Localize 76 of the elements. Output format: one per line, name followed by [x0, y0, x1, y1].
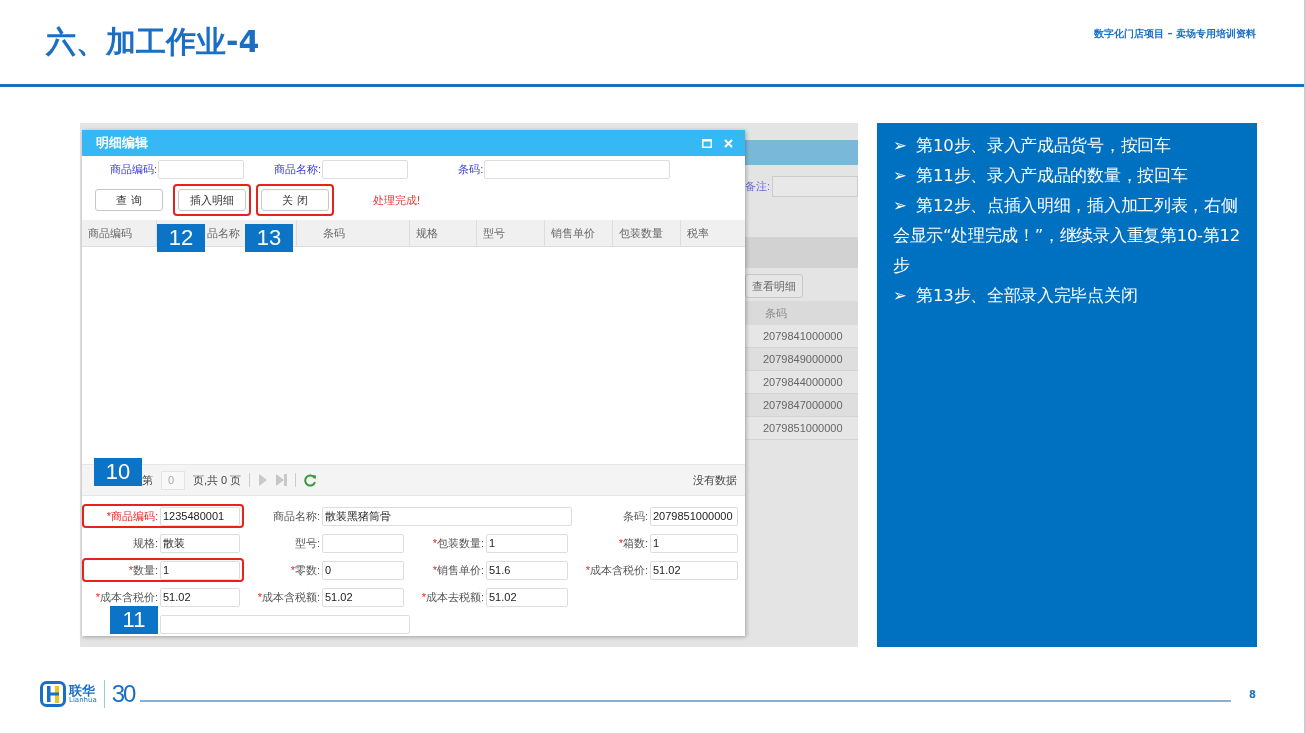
- view-detail-button[interactable]: 查看明细: [745, 274, 803, 298]
- field-label: *商品编码:: [105, 509, 159, 524]
- form-field[interactable]: 51.02: [650, 560, 738, 580]
- brand-name: 联华: [69, 684, 95, 697]
- search-label: 条码:: [458, 162, 484, 177]
- form-field[interactable]: 51.6: [486, 560, 568, 580]
- form-field[interactable]: 1: [650, 533, 738, 553]
- column-header: 销售单价: [551, 225, 595, 241]
- dialog-title: 明细编辑: [96, 134, 148, 152]
- column-header: 品名称: [207, 225, 240, 241]
- form-field[interactable]: 1: [160, 560, 240, 580]
- field-label: 规格:: [131, 536, 159, 551]
- page-label: 第: [142, 472, 153, 488]
- step-badge: 10: [94, 458, 142, 486]
- search-field[interactable]: [484, 160, 671, 179]
- next-page-icon[interactable]: [258, 474, 269, 486]
- form-field[interactable]: [160, 614, 410, 634]
- dialog-button[interactable]: 查 询: [95, 189, 163, 211]
- search-label: 商品名称:: [274, 162, 322, 177]
- slide-title: 六、加工作业-4: [46, 22, 260, 61]
- table-cell: 2079849000000: [745, 348, 858, 371]
- note-label: 备注:: [745, 179, 771, 194]
- field-label: 型号:: [293, 536, 321, 551]
- form-field[interactable]: 51.02: [322, 587, 404, 607]
- field-label: *销售单价:: [431, 563, 485, 578]
- field-label: 条码:: [621, 509, 649, 524]
- form-field[interactable]: 2079851000000: [650, 506, 738, 526]
- step-badge: 13: [245, 224, 293, 252]
- step-text: ➢ 第11步、录入产成品的数量，按回车: [893, 165, 1189, 187]
- refresh-icon[interactable]: [304, 473, 318, 487]
- column-header: 规格: [416, 225, 438, 241]
- status-message: 处理完成!: [373, 192, 421, 208]
- field-label: *零数:: [289, 563, 321, 578]
- step-badge: 12: [157, 224, 205, 252]
- maximize-icon[interactable]: [702, 138, 712, 148]
- search-field[interactable]: [322, 160, 409, 179]
- column-header: 条码: [745, 301, 858, 325]
- field-label: *成本含税价:: [94, 590, 159, 605]
- form-field[interactable]: [322, 533, 404, 553]
- last-page-icon[interactable]: [276, 474, 288, 486]
- step-text: ➢ 第13步、全部录入完毕点关闭: [893, 285, 1139, 307]
- form-field[interactable]: 1: [486, 533, 568, 553]
- field-label: 商品名称:: [271, 509, 321, 524]
- dialog-button[interactable]: 关 闭: [261, 189, 329, 211]
- search-field[interactable]: [158, 160, 245, 179]
- form-field[interactable]: 51.02: [160, 587, 240, 607]
- close-icon[interactable]: [724, 138, 733, 148]
- field-label: *成本含税价:: [584, 563, 649, 578]
- table-cell: 2079847000000: [745, 394, 858, 417]
- no-data-text: 没有数据: [693, 472, 737, 488]
- search-label: 商品编码:: [110, 162, 158, 177]
- column-header: 包装数量: [619, 225, 663, 241]
- form-field[interactable]: 散装黑猪筒骨: [322, 506, 572, 526]
- anniversary-mark: 30: [111, 680, 135, 708]
- note-field[interactable]: [772, 176, 858, 197]
- field-label: *成本含税额:: [256, 590, 321, 605]
- field-label: *包装数量:: [431, 536, 485, 551]
- step-text: ➢ 第12步、点插入明细，插入加工列表，右侧会显示“处理完成！”，继续录入重复第10-第12步: [893, 195, 1241, 277]
- form-field[interactable]: 51.02: [486, 587, 568, 607]
- page-count: 页,共 0 页: [193, 472, 242, 488]
- form-field[interactable]: 0: [322, 560, 404, 580]
- column-header: 税率: [687, 225, 709, 241]
- form-field[interactable]: 1235480001: [160, 506, 240, 526]
- form-field[interactable]: 散装: [160, 533, 240, 553]
- column-header: 条码: [323, 225, 345, 241]
- step-text: ➢ 第10步、录入产成品货号，按回车: [893, 135, 1172, 157]
- slide-subtitle: 数字化门店项目 – 卖场专用培训资料: [1094, 27, 1256, 41]
- page-number: 8: [1249, 688, 1256, 700]
- field-label: *箱数:: [617, 536, 649, 551]
- step-badge: 11: [110, 606, 158, 634]
- field-label: *数量:: [127, 563, 159, 578]
- dialog-button[interactable]: 插入明细: [178, 189, 246, 211]
- column-header: 型号: [483, 225, 505, 241]
- column-header: 商品编码: [88, 225, 132, 241]
- field-label: *成本去税额:: [420, 590, 485, 605]
- brand-logo-icon: [40, 681, 66, 707]
